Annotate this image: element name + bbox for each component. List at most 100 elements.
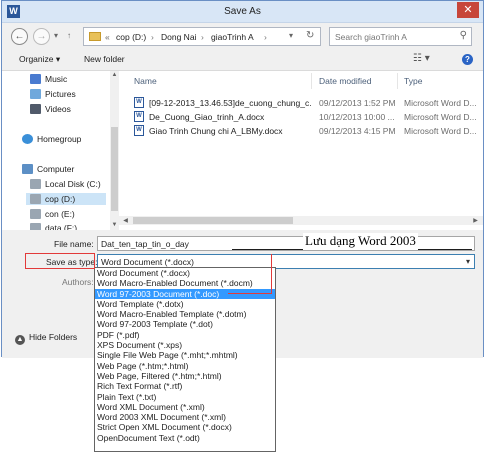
sidebar-item-label: Homegroup bbox=[37, 134, 82, 144]
videos-icon bbox=[30, 104, 41, 114]
file-row[interactable]: W De_Cuong_Giao_trinh_A.docx 10/12/2013 … bbox=[119, 110, 483, 124]
sidebar-item-con[interactable]: con (E:) bbox=[30, 209, 75, 219]
file-row[interactable]: W Giao Trinh Chung chi A_LBMy.docx 09/12… bbox=[119, 124, 483, 138]
column-header-type[interactable]: Type bbox=[404, 76, 422, 86]
annotation-pointer-line bbox=[228, 293, 272, 294]
pictures-icon bbox=[30, 89, 41, 99]
column-divider[interactable] bbox=[311, 73, 312, 89]
save-type-dropdown-list[interactable]: Word Document (*.docx) Word Macro-Enable… bbox=[94, 267, 276, 452]
view-options-icon[interactable]: ☷ ▾ bbox=[413, 53, 430, 64]
scroll-left-icon[interactable]: ◀ bbox=[121, 217, 130, 224]
music-icon bbox=[30, 74, 41, 84]
dropdown-option[interactable]: PDF (*.pdf) bbox=[95, 330, 275, 340]
sidebar-item-label: Computer bbox=[37, 164, 75, 174]
drive-icon bbox=[30, 194, 41, 204]
hide-folders-button[interactable]: ▲ Hide Folders bbox=[15, 332, 77, 345]
dropdown-option[interactable]: Web Page (*.htm;*.html) bbox=[95, 361, 275, 371]
search-box[interactable]: Search giaoTrinh A ⚲ bbox=[329, 27, 472, 46]
back-button[interactable]: ← bbox=[11, 28, 28, 45]
scroll-right-icon[interactable]: ▶ bbox=[471, 217, 480, 224]
refresh-icon[interactable]: ↻ bbox=[306, 30, 314, 41]
sidebar-item-label: Pictures bbox=[45, 89, 76, 99]
breadcrumb-separator-icon: › bbox=[151, 32, 154, 42]
scroll-thumb[interactable] bbox=[133, 217, 293, 224]
dropdown-option[interactable]: Strict Open XML Document (*.docx) bbox=[95, 422, 275, 432]
file-name: [09-12-2013_13.46.53]de_cuong_chung_c... bbox=[149, 98, 311, 108]
file-date: 09/12/2013 4:15 PM bbox=[319, 126, 396, 136]
sidebar-item-pictures[interactable]: Pictures bbox=[30, 89, 76, 99]
dropdown-option[interactable]: Rich Text Format (*.rtf) bbox=[95, 381, 275, 391]
file-name-value: Dat_ten_tap_tin_o_day bbox=[101, 239, 189, 249]
file-row[interactable]: W [09-12-2013_13.46.53]de_cuong_chung_c.… bbox=[119, 96, 483, 110]
dropdown-option[interactable]: XPS Document (*.xps) bbox=[95, 340, 275, 350]
column-divider[interactable] bbox=[397, 73, 398, 89]
breadcrumb-dong-nai[interactable]: Dong Nai bbox=[161, 32, 196, 42]
sidebar-item-label: Local Disk (C:) bbox=[45, 179, 101, 189]
browser-pane: Music Pictures Videos Homegroup Computer… bbox=[2, 70, 483, 231]
file-type: Microsoft Word D... bbox=[404, 126, 477, 136]
collapse-icon: ▲ bbox=[15, 335, 25, 345]
column-header-date[interactable]: Date modified bbox=[319, 76, 371, 86]
breadcrumb-cop[interactable]: cop (D:) bbox=[116, 32, 146, 42]
column-header-name[interactable]: Name bbox=[134, 76, 157, 86]
dropdown-option[interactable]: OpenDocument Text (*.odt) bbox=[95, 433, 275, 443]
dropdown-option[interactable]: Word 97-2003 Template (*.dot) bbox=[95, 319, 275, 329]
sidebar-item-cop[interactable]: cop (D:) bbox=[26, 193, 106, 205]
file-date: 10/12/2013 10:00 ... bbox=[319, 112, 395, 122]
sidebar-item-label: con (E:) bbox=[45, 209, 75, 219]
title-bar: W Save As ✕ bbox=[2, 1, 483, 23]
hide-folders-label: Hide Folders bbox=[29, 332, 78, 342]
scroll-down-icon[interactable]: ▼ bbox=[110, 222, 119, 228]
help-icon[interactable]: ? bbox=[462, 54, 473, 65]
command-bar: Organize ▾ New folder ☷ ▾ ? bbox=[2, 51, 483, 69]
word-document-icon: W bbox=[134, 125, 144, 136]
organize-button[interactable]: Organize ▾ bbox=[19, 54, 60, 65]
dropdown-option[interactable]: Plain Text (*.txt) bbox=[95, 392, 275, 402]
sidebar-item-homegroup[interactable]: Homegroup bbox=[22, 134, 81, 144]
sidebar-item-computer[interactable]: Computer bbox=[22, 164, 74, 174]
word-document-icon: W bbox=[134, 97, 144, 108]
folder-icon bbox=[89, 32, 101, 41]
window-title: Save As bbox=[224, 6, 261, 17]
dropdown-option[interactable]: Word Macro-Enabled Template (*.dotm) bbox=[95, 309, 275, 319]
horizontal-scrollbar[interactable]: ◀ ▶ bbox=[119, 216, 483, 225]
breadcrumb-giaotrinh-a[interactable]: giaoTrinh A bbox=[211, 32, 254, 42]
dropdown-option[interactable]: Word XML Document (*.xml) bbox=[95, 402, 275, 412]
address-bar[interactable]: « cop (D:) › Dong Nai › giaoTrinh A › ▾ … bbox=[83, 27, 321, 46]
organize-label: Organize bbox=[19, 54, 54, 64]
navigation-scrollbar[interactable]: ▲ ▼ bbox=[110, 71, 119, 231]
sidebar-item-music[interactable]: Music bbox=[30, 74, 67, 84]
address-overflow[interactable]: « bbox=[105, 32, 110, 42]
dropdown-option[interactable]: Word 2003 XML Document (*.xml) bbox=[95, 412, 275, 422]
recent-locations-chevron-icon[interactable]: ▾ bbox=[54, 31, 58, 40]
breadcrumb-separator-icon: › bbox=[264, 32, 267, 42]
navigation-pane: Music Pictures Videos Homegroup Computer… bbox=[2, 71, 119, 231]
close-button[interactable]: ✕ bbox=[457, 2, 479, 18]
breadcrumb-separator-icon: › bbox=[201, 32, 204, 42]
file-type: Microsoft Word D... bbox=[404, 112, 477, 122]
search-input[interactable]: Search giaoTrinh A bbox=[335, 32, 407, 42]
search-icon: ⚲ bbox=[459, 30, 467, 41]
sidebar-item-label: Music bbox=[45, 74, 68, 84]
sidebar-item-local-disk[interactable]: Local Disk (C:) bbox=[30, 179, 101, 189]
address-dropdown-icon[interactable]: ▾ bbox=[289, 31, 293, 40]
dropdown-option[interactable]: Single File Web Page (*.mht;*.mhtml) bbox=[95, 350, 275, 360]
sidebar-item-label: cop (D:) bbox=[45, 194, 76, 204]
word-document-icon: W bbox=[134, 111, 144, 122]
annotation-callout: Lưu dạng Word 2003 bbox=[303, 233, 418, 250]
dropdown-option[interactable]: Word Template (*.dotx) bbox=[95, 299, 275, 309]
drive-icon bbox=[30, 209, 41, 219]
homegroup-icon bbox=[22, 134, 33, 144]
file-name: Giao Trinh Chung chi A_LBMy.docx bbox=[149, 126, 283, 136]
sidebar-item-label: Videos bbox=[45, 104, 71, 114]
file-date: 09/12/2013 1:52 PM bbox=[319, 98, 396, 108]
scroll-thumb[interactable] bbox=[111, 127, 118, 211]
new-folder-button[interactable]: New folder bbox=[84, 54, 125, 64]
up-button[interactable]: ↑ bbox=[67, 31, 71, 40]
forward-button[interactable]: → bbox=[33, 28, 50, 45]
computer-icon bbox=[22, 164, 33, 174]
annotation-connector bbox=[232, 254, 272, 294]
dropdown-option[interactable]: Web Page, Filtered (*.htm;*.html) bbox=[95, 371, 275, 381]
sidebar-item-videos[interactable]: Videos bbox=[30, 104, 71, 114]
scroll-up-icon[interactable]: ▲ bbox=[110, 72, 119, 78]
